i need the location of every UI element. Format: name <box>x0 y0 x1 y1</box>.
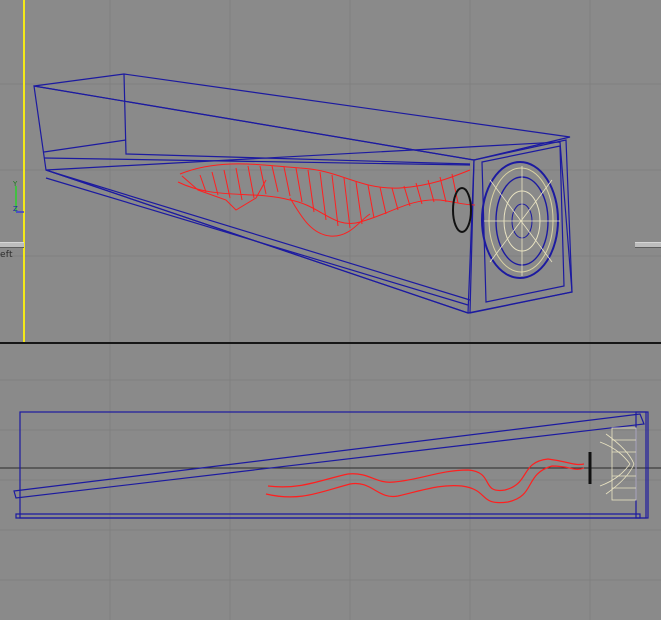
scroll-handle-icon[interactable] <box>635 242 661 248</box>
scroll-handle-icon[interactable] <box>0 242 24 248</box>
front-enclosure[interactable] <box>13 411 649 519</box>
waveguide-path[interactable] <box>177 163 476 237</box>
axis-gizmo-icon: Y Z <box>12 180 24 213</box>
perspective-scene: Y Z <box>0 0 661 342</box>
front-waveguide[interactable] <box>265 458 585 504</box>
front-driver[interactable] <box>588 427 637 501</box>
maya-modeling-window: Y Z eft <box>0 0 661 620</box>
axis-y-label: Y <box>12 180 18 188</box>
viewport-label: eft <box>0 250 13 260</box>
enclosure-wireframe[interactable] <box>33 73 573 314</box>
perspective-viewport[interactable]: Y Z eft <box>0 0 661 342</box>
speaker-driver[interactable] <box>452 161 560 279</box>
axis-z-label: Z <box>13 205 18 213</box>
front-viewport[interactable] <box>0 344 661 620</box>
front-grid <box>0 344 661 620</box>
front-scene <box>0 344 661 620</box>
